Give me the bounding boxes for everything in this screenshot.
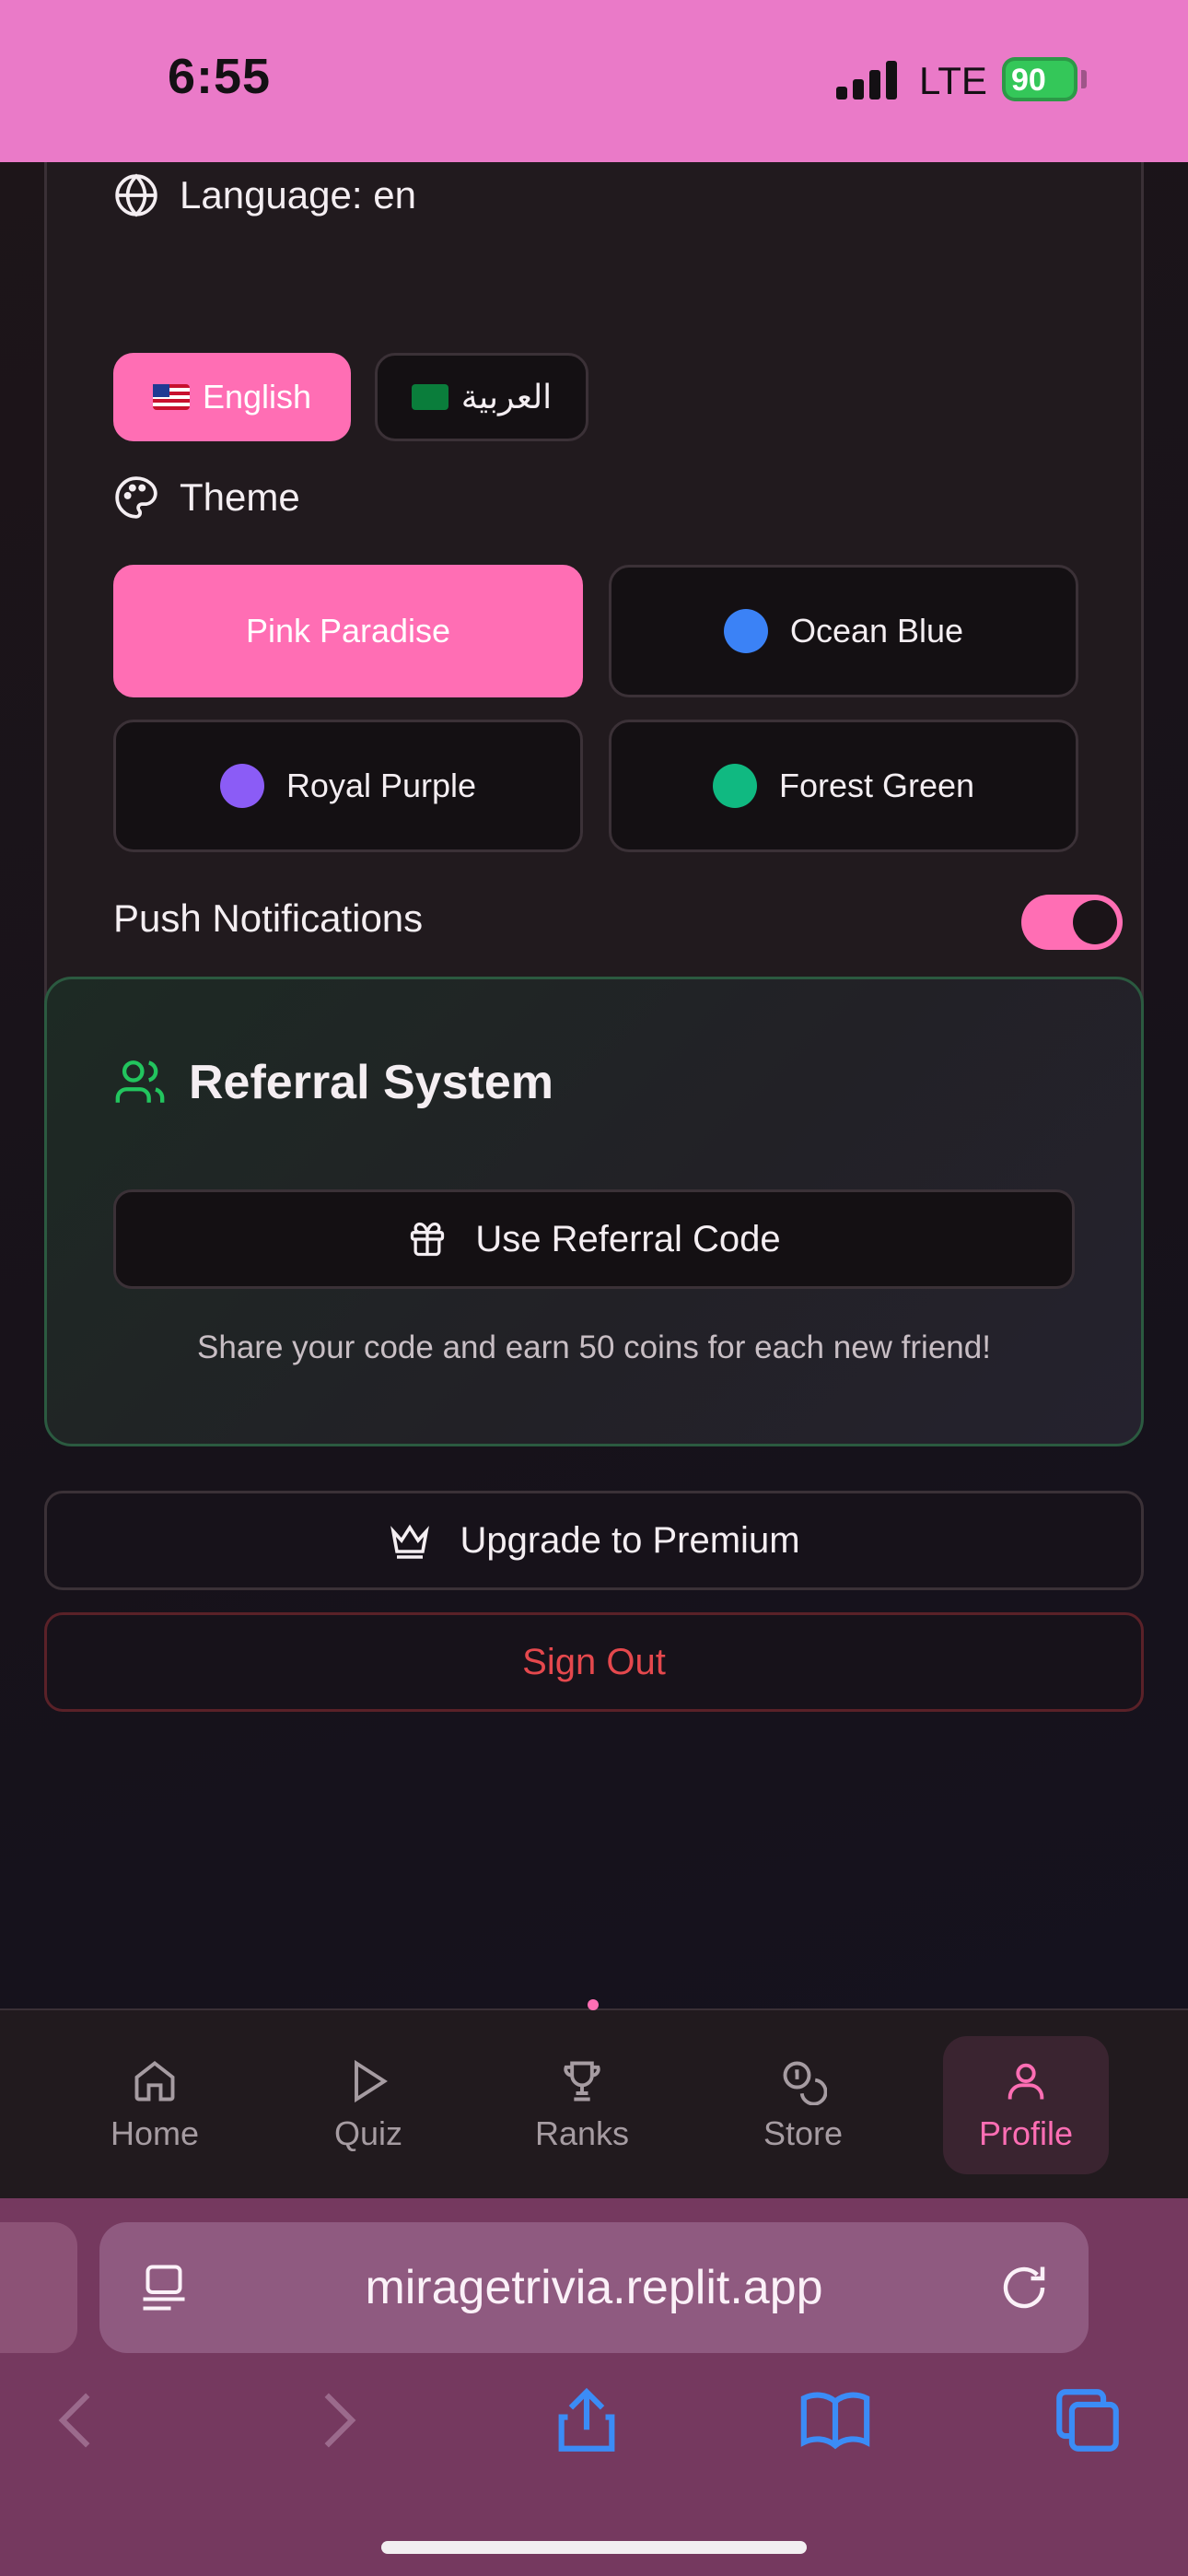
status-time: 6:55 [168,49,272,104]
referral-hint: Share your code and earn 50 coins for ea… [197,1329,991,1365]
url-text: miragetrivia.replit.app [365,2261,823,2314]
forest-green-swatch [712,764,757,808]
gift-icon [411,1222,445,1257]
theme-royal-purple-button[interactable]: Royal Purple [113,720,583,852]
use-referral-code-button[interactable]: Use Referral Code [113,1189,1075,1289]
language-arabic-label: العربية [460,378,553,416]
nav-home[interactable]: Home [72,2036,238,2174]
palette-icon [115,476,157,519]
language-english-button[interactable]: English [113,353,351,441]
profile-scroll-area[interactable]: Language: en English العربية Theme Pink … [0,162,1188,2008]
users-icon [115,1060,165,1103]
home-icon [134,2061,175,2102]
language-row: Language: en [113,172,416,218]
nav-ranks-label: Ranks [534,2114,630,2152]
nav-quiz[interactable]: Quiz [285,2036,451,2174]
battery-level: 90 [1011,63,1046,98]
bookmarks-icon[interactable] [798,2383,873,2458]
nav-ranks[interactable]: Ranks [499,2036,665,2174]
ocean-blue-swatch [723,609,768,653]
nav-profile[interactable]: Profile [943,2036,1109,2174]
reload-icon[interactable] [996,2260,1052,2315]
tabs-icon[interactable] [1050,2383,1125,2458]
toggle-knob [1073,900,1117,944]
use-referral-code-label: Use Referral Code [475,1218,781,1259]
referral-header: Referral System [113,1055,553,1110]
language-english-label: English [202,378,312,416]
crown-icon [390,1524,430,1559]
push-notifications-label: Push Notifications [113,896,424,940]
nav-quiz-label: Quiz [333,2114,403,2152]
nav-indicator-dot [588,1999,599,2010]
us-flag-icon [152,384,190,410]
language-label: Language: en [180,173,416,217]
coins-icon [783,2061,827,2105]
theme-royal-purple-label: Royal Purple [285,767,477,804]
battery-icon: 90 [1002,57,1077,101]
signal-strength-icon [836,61,899,100]
upgrade-premium-label: Upgrade to Premium [460,1519,800,1561]
theme-forest-green-label: Forest Green [778,767,975,804]
settings-card: Language: en English العربية Theme Pink … [44,162,1144,1093]
nav-store[interactable]: Store [720,2036,886,2174]
upgrade-premium-button[interactable]: Upgrade to Premium [44,1491,1144,1590]
theme-ocean-blue-label: Ocean Blue [789,612,964,650]
address-bar[interactable]: miragetrivia.replit.app [99,2222,1089,2353]
theme-pink-paradise-button[interactable]: Pink Paradise [113,565,583,697]
push-notifications-toggle[interactable] [1021,895,1123,950]
sign-out-label: Sign Out [522,1641,666,1682]
previous-tab-preview[interactable] [0,2222,77,2353]
trophy-icon [564,2061,600,2102]
saudi-flag-icon [411,384,448,410]
push-notifications-row: Push Notifications [113,896,423,941]
language-arabic-button[interactable]: العربية [375,353,588,441]
theme-pink-paradise-label: Pink Paradise [245,612,451,650]
theme-label: Theme [180,475,300,519]
nav-home-label: Home [110,2114,200,2152]
battery-tip [1081,70,1087,88]
globe-icon [115,173,157,217]
referral-card: Referral System Use Referral Code Share … [44,977,1144,1446]
nav-store-label: Store [763,2114,844,2152]
theme-ocean-blue-button[interactable]: Ocean Blue [609,565,1078,697]
home-indicator [381,2541,807,2554]
sign-out-button[interactable]: Sign Out [44,1612,1144,1712]
share-icon[interactable] [549,2383,624,2458]
royal-purple-swatch [219,764,264,808]
carrier-label: LTE [919,59,987,102]
back-icon[interactable] [41,2383,116,2458]
forward-icon[interactable] [298,2383,374,2458]
referral-title: Referral System [189,1056,553,1109]
nav-profile-label: Profile [978,2114,1074,2152]
user-icon [1007,2063,1044,2100]
play-icon [355,2059,388,2103]
theme-forest-green-button[interactable]: Forest Green [609,720,1078,852]
theme-row: Theme [113,474,300,521]
